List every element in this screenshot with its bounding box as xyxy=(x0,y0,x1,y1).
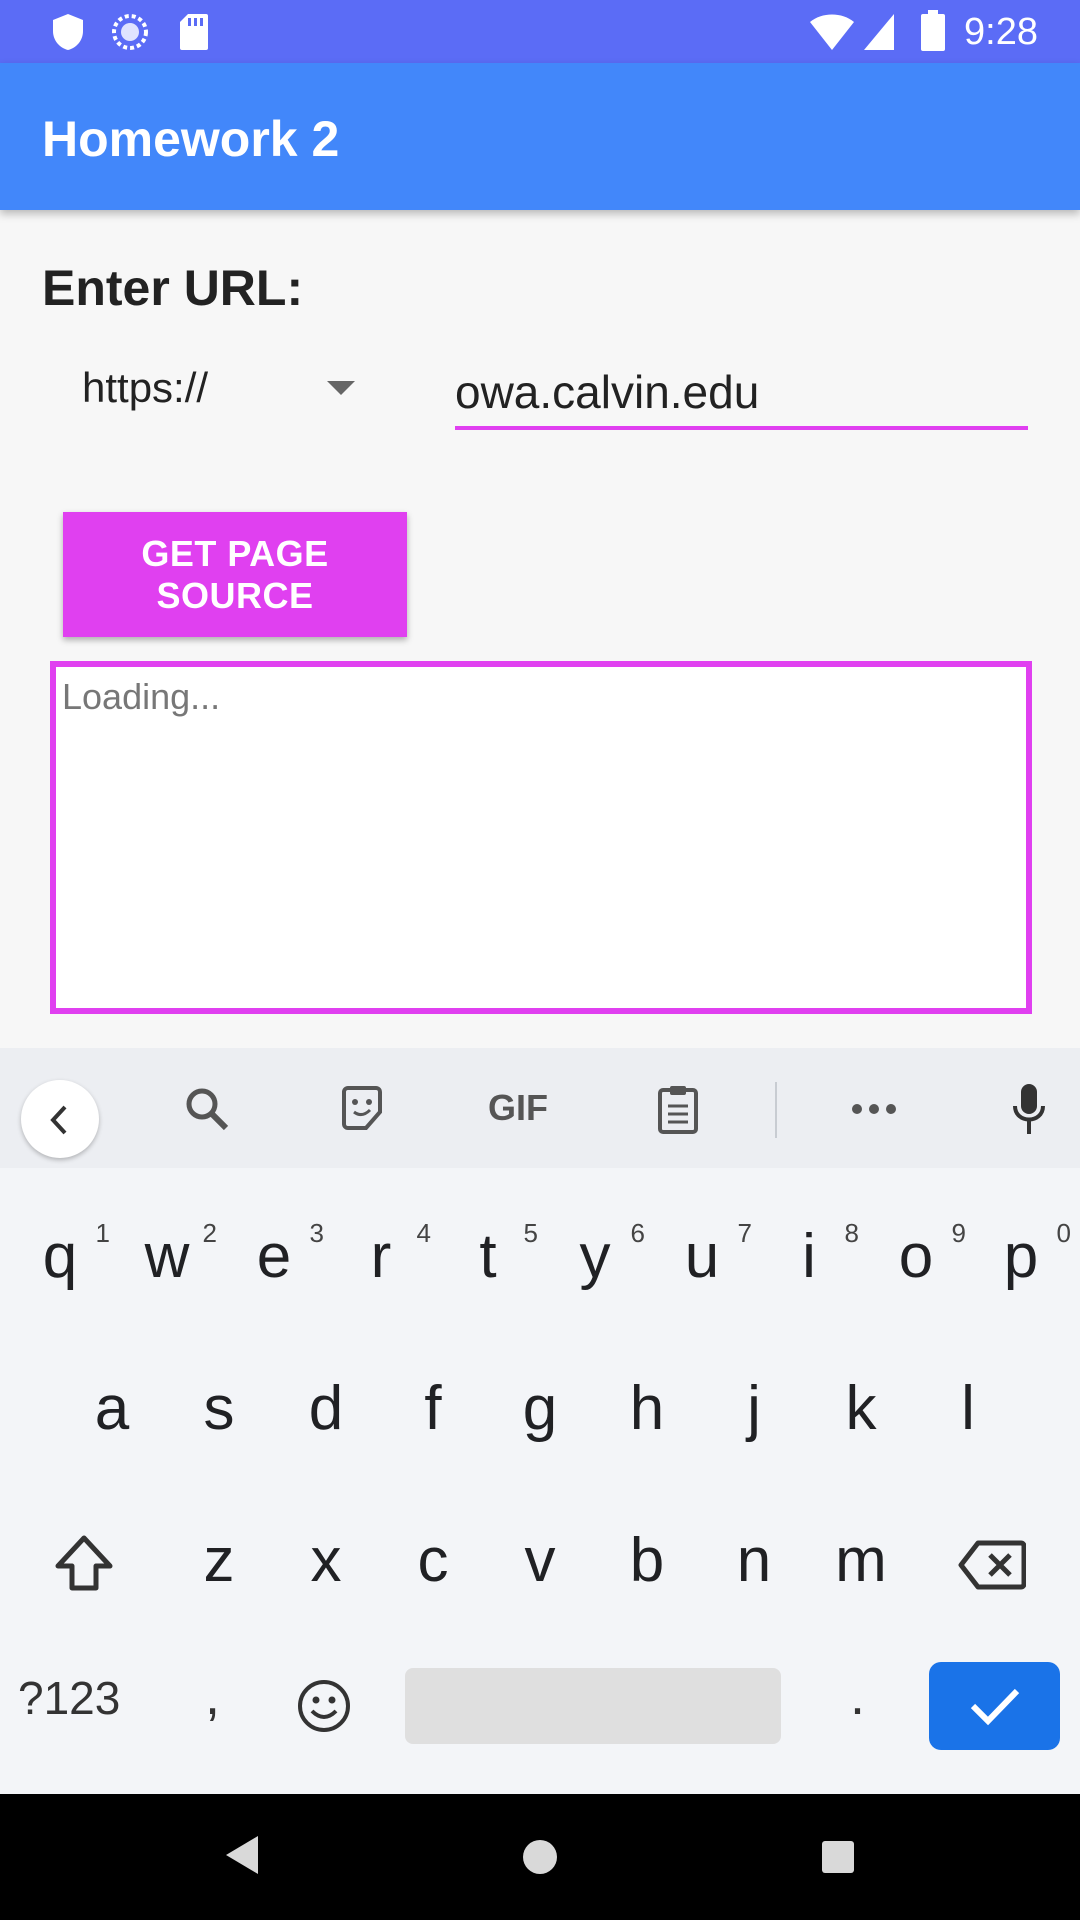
key-y[interactable]: y6 xyxy=(541,1200,649,1310)
mic-icon[interactable] xyxy=(1012,1082,1046,1136)
wifi-icon xyxy=(808,12,856,52)
scheme-dropdown[interactable]: https:// xyxy=(82,358,362,418)
key-p[interactable]: p0 xyxy=(967,1200,1075,1310)
key-l[interactable]: l xyxy=(914,1352,1022,1462)
key-x[interactable]: x xyxy=(272,1504,380,1614)
key-v[interactable]: v xyxy=(486,1504,594,1614)
app-title: Homework 2 xyxy=(42,111,340,167)
space-key[interactable] xyxy=(405,1668,781,1744)
recents-square-icon[interactable] xyxy=(821,1840,855,1874)
status-time: 9:28 xyxy=(964,11,1038,53)
key-b[interactable]: b xyxy=(593,1504,701,1614)
emoji-icon[interactable] xyxy=(296,1678,352,1734)
host-input-container xyxy=(455,358,1028,432)
key-e[interactable]: e3 xyxy=(220,1200,328,1310)
keyboard-back-button[interactable] xyxy=(21,1080,99,1158)
key-n[interactable]: n xyxy=(700,1504,808,1614)
more-icon[interactable] xyxy=(850,1102,898,1116)
key-w[interactable]: w2 xyxy=(113,1200,221,1310)
status-bar: 9:28 xyxy=(0,0,1080,63)
app-bar: Homework 2 xyxy=(0,63,1080,210)
battery-icon xyxy=(920,10,946,52)
key-o[interactable]: o9 xyxy=(862,1200,970,1310)
scheme-value: https:// xyxy=(82,364,209,411)
toolbar-divider xyxy=(775,1082,777,1138)
enter-key[interactable] xyxy=(929,1662,1060,1750)
dropdown-arrow-icon xyxy=(326,380,356,396)
key-q[interactable]: q1 xyxy=(6,1200,114,1310)
host-input-underline xyxy=(455,426,1028,430)
sticker-icon[interactable] xyxy=(338,1084,386,1132)
home-circle-icon[interactable] xyxy=(521,1838,559,1876)
key-r[interactable]: r4 xyxy=(327,1200,435,1310)
page-source-text: Loading... xyxy=(62,676,221,717)
key-k[interactable]: k xyxy=(807,1352,915,1462)
backspace-key[interactable] xyxy=(938,1504,1046,1614)
sync-icon xyxy=(110,12,150,52)
key-i[interactable]: i8 xyxy=(755,1200,863,1310)
shift-icon xyxy=(54,1534,114,1592)
back-triangle-icon[interactable] xyxy=(224,1834,260,1876)
gif-icon[interactable]: GIF xyxy=(488,1088,548,1128)
symbols-key[interactable]: ?123 xyxy=(18,1670,120,1726)
key-u[interactable]: u7 xyxy=(648,1200,756,1310)
cell-signal-icon xyxy=(862,12,896,52)
backspace-icon xyxy=(958,1540,1026,1590)
key-t[interactable]: t5 xyxy=(434,1200,542,1310)
navigation-bar xyxy=(0,1794,1080,1920)
shift-key[interactable] xyxy=(30,1504,138,1614)
key-h[interactable]: h xyxy=(593,1352,701,1462)
clipboard-icon[interactable] xyxy=(656,1084,700,1134)
key-d[interactable]: d xyxy=(272,1352,380,1462)
get-page-source-button[interactable]: GET PAGE SOURCE xyxy=(63,512,407,637)
key-c[interactable]: c xyxy=(379,1504,487,1614)
soft-keyboard: GIF q1 w2 e3 r4 t5 y6 u7 i8 o9 p0 a s d … xyxy=(0,1048,1080,1794)
comma-key[interactable]: , xyxy=(205,1666,220,1726)
back-chevron-icon xyxy=(47,1104,71,1136)
key-z[interactable]: z xyxy=(165,1504,273,1614)
url-label: Enter URL: xyxy=(42,260,304,316)
key-m[interactable]: m xyxy=(807,1504,915,1614)
page-source-output[interactable]: Loading... xyxy=(50,661,1032,1014)
period-key[interactable]: . xyxy=(850,1666,865,1726)
check-icon xyxy=(969,1684,1021,1728)
sd-card-icon xyxy=(178,12,210,52)
key-f[interactable]: f xyxy=(379,1352,487,1462)
key-g[interactable]: g xyxy=(486,1352,594,1462)
search-icon[interactable] xyxy=(182,1084,232,1134)
shield-icon xyxy=(50,12,86,52)
key-j[interactable]: j xyxy=(700,1352,808,1462)
keyboard-toolbar: GIF xyxy=(0,1048,1080,1168)
key-s[interactable]: s xyxy=(165,1352,273,1462)
host-input[interactable] xyxy=(455,358,1028,426)
key-a[interactable]: a xyxy=(58,1352,166,1462)
